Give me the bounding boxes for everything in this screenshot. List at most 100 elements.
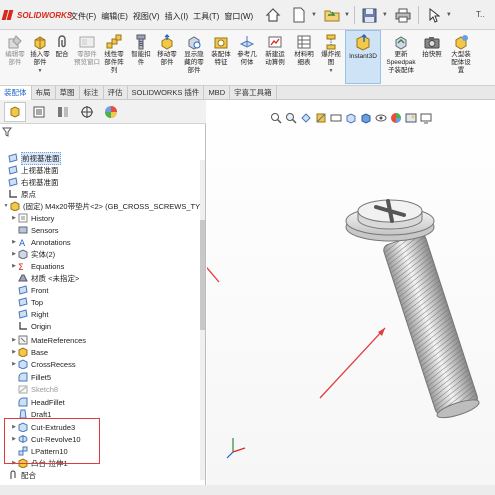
new-document-button[interactable] xyxy=(288,5,310,25)
expand-icon[interactable]: ▶ xyxy=(10,251,18,257)
menu-tools[interactable]: 工具(T) xyxy=(193,11,219,22)
tree-node-fillet5[interactable]: Fillet5 xyxy=(18,371,51,383)
home-icon xyxy=(265,8,281,22)
tree-node-mates[interactable]: 配合 xyxy=(8,469,36,481)
zoom-to-area-button[interactable] xyxy=(285,112,297,124)
tree-scrollbar-thumb[interactable] xyxy=(200,220,205,330)
display-style-button[interactable] xyxy=(360,112,372,124)
tab-assembly[interactable]: 装配体 xyxy=(0,86,32,100)
new-motion-study-button[interactable]: 新建运 动算例 xyxy=(261,34,289,67)
expand-icon[interactable]: ▶ xyxy=(10,239,18,245)
expand-icon[interactable]: ▶ xyxy=(10,361,18,367)
collapse-icon[interactable]: ▼ xyxy=(2,203,10,209)
tree-node-right[interactable]: Right xyxy=(18,308,49,320)
apply-scene-button[interactable] xyxy=(405,112,417,124)
smart-fastener-icon xyxy=(133,34,149,50)
chevron-down-icon[interactable]: ▼ xyxy=(311,12,317,18)
move-component-button[interactable]: 移动零 部件 xyxy=(154,34,180,67)
show-hidden-components-button[interactable]: 显示隐 藏的零 部件 xyxy=(180,34,208,75)
toolbar-overflow[interactable]: T.. xyxy=(476,10,484,19)
large-assembly-settings-button[interactable]: 大型装 配体设 置 xyxy=(446,34,476,75)
insert-component-button[interactable]: 插入零 部件 ▼ xyxy=(28,34,52,75)
tree-node-history[interactable]: ▶ History xyxy=(10,212,54,224)
tree-node-front[interactable]: Front xyxy=(18,284,49,296)
chevron-down-icon[interactable]: ▼ xyxy=(329,68,334,74)
chevron-down-icon[interactable]: ▼ xyxy=(446,12,452,18)
tree-node-right-plane[interactable]: 右视基准面 xyxy=(8,176,59,188)
tree-node-front-plane[interactable]: 前视基准面 xyxy=(8,151,61,165)
expand-icon[interactable]: ▶ xyxy=(10,215,18,221)
component-preview-button[interactable]: 零部件 预览窗口 xyxy=(73,34,101,67)
section-view-button[interactable] xyxy=(315,112,327,124)
tree-node-mate-references[interactable]: ▶ MateReferences xyxy=(10,334,86,346)
tab-mbd[interactable]: MBD xyxy=(204,86,231,100)
tree-node-solid-bodies[interactable]: ▶ 实体(2) xyxy=(10,248,55,260)
tree-node-head-fillet[interactable]: HeadFillet xyxy=(18,396,65,408)
dynamic-annotation-icon xyxy=(330,114,342,122)
expand-icon[interactable]: ▶ xyxy=(10,349,18,355)
menu-view[interactable]: 视图(V) xyxy=(133,11,160,22)
open-button[interactable] xyxy=(321,5,343,25)
plane-icon xyxy=(18,285,28,295)
select-button[interactable] xyxy=(423,5,445,25)
tab-toolbox[interactable]: 宇喜工具箱 xyxy=(230,86,277,100)
component-preview-icon xyxy=(79,34,95,50)
smart-fasteners-button[interactable]: 智能扣 件 xyxy=(128,34,154,67)
tree-node-origin[interactable]: 原点 xyxy=(8,188,36,200)
tab-layout[interactable]: 布局 xyxy=(32,86,56,100)
screw-model[interactable] xyxy=(168,100,495,495)
chevron-down-icon[interactable]: ▼ xyxy=(38,68,43,74)
menu-file[interactable]: 文件(F) xyxy=(70,11,96,22)
tree-node-sensors[interactable]: Sensors xyxy=(18,224,59,236)
mate-button[interactable]: 配合 xyxy=(52,34,72,59)
tree-node-origin-2[interactable]: Origin xyxy=(18,320,51,332)
assembly-features-button[interactable]: 装配体 特征 xyxy=(208,34,234,67)
graphics-viewport[interactable] xyxy=(168,100,495,495)
view-settings-button[interactable] xyxy=(420,112,432,124)
chevron-down-icon[interactable]: ▼ xyxy=(382,12,388,18)
tree-node-base[interactable]: ▶ Base xyxy=(10,346,48,358)
view-orientation-button[interactable] xyxy=(345,112,357,124)
take-snapshot-button[interactable]: 拍快照 xyxy=(420,34,444,59)
menu-window[interactable]: 窗口(W) xyxy=(224,11,253,22)
tree-node-top[interactable]: Top xyxy=(18,296,43,308)
tree-node-sketch8[interactable]: Sketch8 xyxy=(18,383,58,395)
tree-node-equations[interactable]: ▶ Σ Equations xyxy=(10,260,64,274)
exploded-view-icon xyxy=(323,34,339,50)
tree-node-annotations[interactable]: ▶ A Annotations xyxy=(10,236,71,250)
tab-solidworks-addins[interactable]: SOLIDWORKS 插件 xyxy=(128,86,205,100)
bill-of-materials-button[interactable]: 材料明 细表 xyxy=(290,34,318,67)
instant3d-button[interactable]: Instant3D xyxy=(346,34,380,61)
previous-view-button[interactable] xyxy=(300,112,312,124)
chevron-down-icon[interactable]: ▼ xyxy=(344,12,350,18)
tab-sketch[interactable]: 草图 xyxy=(56,86,80,100)
tree-node-component[interactable]: ▼ (固定) M4x20带垫片<2> (GB_CROSS_SCREWS_TY xyxy=(2,200,200,212)
tree-node-material[interactable]: 材质 <未指定> xyxy=(18,272,79,284)
save-button[interactable] xyxy=(359,5,381,25)
zoom-to-fit-button[interactable] xyxy=(270,112,282,124)
update-speedpak-button[interactable]: 更新 Speedpak 子装配体 xyxy=(382,34,420,75)
fillet-icon xyxy=(18,372,28,382)
edit-component-icon xyxy=(7,34,23,50)
menu-edit[interactable]: 编辑(E) xyxy=(101,11,128,22)
save-icon xyxy=(362,8,377,22)
expand-icon[interactable]: ▶ xyxy=(10,263,18,269)
tree-node-top-plane[interactable]: 上视基准面 xyxy=(8,164,59,176)
expand-icon[interactable]: ▶ xyxy=(10,337,18,343)
tree-node-cross-recess[interactable]: ▶ CrossRecess xyxy=(10,358,76,370)
solidworks-logo[interactable]: SOLIDWORKS xyxy=(1,8,72,22)
exploded-view-button[interactable]: 爆炸视 图 ▼ xyxy=(318,34,344,75)
reference-geometry-button[interactable]: 参考几 何体 xyxy=(234,34,260,67)
title-bar: SOLIDWORKS 文件(F) 编辑(E) 视图(V) 插入(I) 工具(T)… xyxy=(0,0,495,30)
open-folder-icon xyxy=(324,10,340,22)
linear-pattern-button[interactable]: 线性零 部件阵 列 xyxy=(100,34,128,75)
edit-appearance-button[interactable] xyxy=(390,112,402,124)
hide-show-items-button[interactable] xyxy=(375,112,387,124)
tab-markup[interactable]: 标注 xyxy=(80,86,104,100)
home-button[interactable] xyxy=(262,5,284,25)
edit-component-button[interactable]: 编辑零 部件 xyxy=(2,34,28,67)
print-button[interactable] xyxy=(392,5,414,25)
dynamic-annotation-button[interactable] xyxy=(330,112,342,124)
menu-insert[interactable]: 插入(I) xyxy=(165,11,189,22)
tab-evaluate[interactable]: 评估 xyxy=(104,86,128,100)
